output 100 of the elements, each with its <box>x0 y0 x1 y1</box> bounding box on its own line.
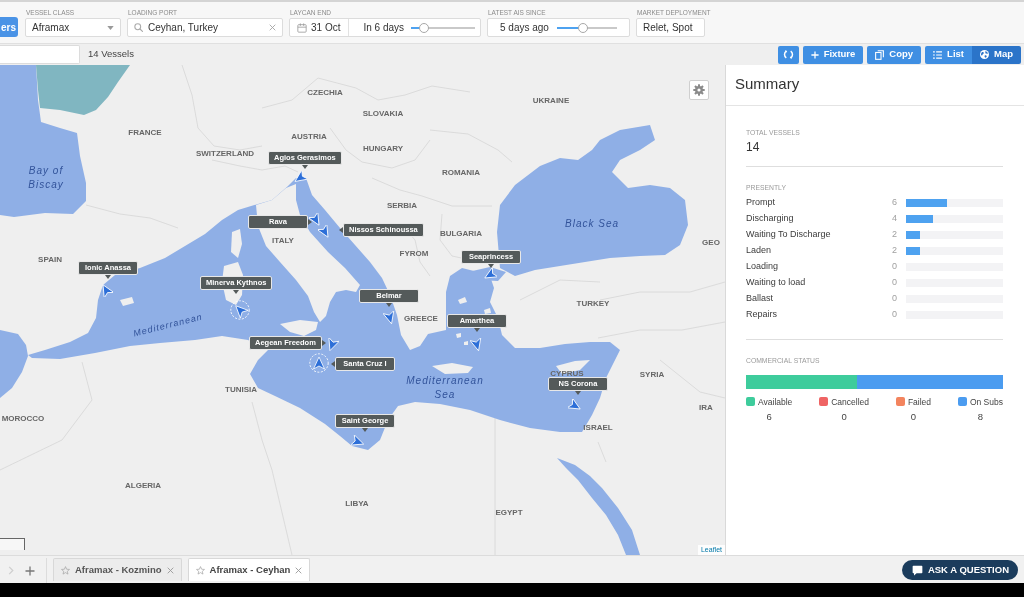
status-label: Prompt <box>746 195 776 209</box>
star-icon[interactable] <box>61 565 70 575</box>
status-count: 4 <box>891 211 897 225</box>
sea-label: Black Sea <box>565 217 619 231</box>
country-label: EGYPT <box>495 507 523 517</box>
ais-age-text: 5 days ago <box>500 21 549 35</box>
country-label: SLOVAKIA <box>362 108 404 118</box>
island <box>458 297 467 304</box>
vessel-arrow-icon[interactable] <box>483 268 497 282</box>
date-picker[interactable]: 31 Oct <box>290 19 350 36</box>
slider-thumb[interactable] <box>578 22 589 33</box>
status-label: Discharging <box>746 211 795 225</box>
island <box>280 320 318 336</box>
copy-icon <box>875 49 885 60</box>
country-label: TURKEY <box>576 298 610 308</box>
vessel-arrow-icon[interactable] <box>470 338 484 352</box>
chat-icon <box>911 564 923 576</box>
scale-bar <box>0 538 25 550</box>
search-tab[interactable]: Aframax - Kozmino <box>53 558 182 581</box>
status-label: Loading <box>746 259 780 273</box>
country-label: HUNGARY <box>362 143 404 153</box>
country-label: ALGERIA <box>125 480 161 490</box>
sea-label: Mediterranean Sea <box>405 374 485 402</box>
country-label: GEO <box>702 237 720 247</box>
plus-icon <box>810 50 819 59</box>
vessel-arrow-icon[interactable] <box>568 399 582 413</box>
country-label: UKRAINE <box>532 95 570 105</box>
country-label: FYROM <box>399 248 429 258</box>
country-label: CZECHIA <box>307 87 343 97</box>
island <box>231 229 242 258</box>
country-label: GREECE <box>404 313 438 323</box>
star-icon[interactable] <box>195 565 205 575</box>
vessel-arrow-icon[interactable] <box>383 311 397 325</box>
ask-question-button[interactable]: ASK A QUESTION <box>901 560 1018 580</box>
vessel-arrow-icon[interactable] <box>99 283 113 297</box>
caret-icon <box>107 25 114 30</box>
close-icon[interactable] <box>269 24 276 31</box>
country-label: IRA <box>699 402 713 412</box>
settings-icon <box>693 84 705 96</box>
legend-count: 8 <box>977 410 984 423</box>
status-label: Waiting to load <box>746 275 807 289</box>
refresh-button[interactable] <box>777 45 799 64</box>
sea-label: Bay of Biscay <box>27 164 65 192</box>
loading-port-field[interactable]: Ceyhan, Turkey <box>127 18 283 37</box>
vessel-arrow-icon[interactable] <box>309 213 323 227</box>
relative-days-text: In 6 days <box>363 21 405 35</box>
legend-label: Cancelled <box>831 395 869 408</box>
legend-count: 0 <box>841 410 847 423</box>
country-label: FRANCE <box>128 127 162 137</box>
legend-label: Available <box>758 395 793 408</box>
country-label: ROMANIA <box>441 167 481 177</box>
status-count: 0 <box>891 275 897 289</box>
vessel-count-text: 14 Vessels <box>88 47 134 62</box>
close-icon[interactable] <box>295 566 303 574</box>
island <box>432 363 473 374</box>
vessel-arrow-icon[interactable] <box>293 171 307 185</box>
status-count: 2 <box>891 243 897 257</box>
new-tab-button[interactable] <box>25 565 35 576</box>
country-label: ITALY <box>272 235 294 245</box>
vessel-arrow-icon[interactable] <box>318 225 332 239</box>
country-label: MOROCCO <box>1 413 45 423</box>
country-label: AUSTRIA <box>291 131 327 141</box>
status-label: Laden <box>746 243 773 257</box>
country-label: CYPRUS <box>550 368 584 378</box>
map-view-button[interactable]: Map <box>972 45 1021 64</box>
country-label: SYRIA <box>639 369 665 379</box>
close-icon[interactable] <box>166 566 174 574</box>
text-field[interactable] <box>0 45 80 64</box>
legend-label: On Subs <box>969 395 1003 408</box>
list-icon <box>933 50 943 59</box>
globe-icon <box>980 50 989 59</box>
slider-thumb[interactable] <box>418 22 429 33</box>
country-label: SERBIA <box>386 200 418 210</box>
legend-count: 0 <box>910 410 917 423</box>
country-label: LIBYA <box>345 498 369 508</box>
map-settings-button[interactable] <box>689 80 709 100</box>
refresh-icon <box>782 49 794 60</box>
status-count: 0 <box>891 259 897 273</box>
summary-title: Summary <box>735 75 800 94</box>
status-count: 0 <box>891 291 897 305</box>
status-count: 2 <box>891 227 897 241</box>
country-label: ISRAEL <box>583 422 613 432</box>
country-label: SPAIN <box>38 254 62 264</box>
search-tab[interactable]: Aframax - Ceyhan <box>187 558 311 581</box>
vessel-arrow-icon[interactable] <box>325 338 339 352</box>
vessel-class-select[interactable]: Aframax <box>25 18 121 37</box>
calendar-icon <box>297 22 307 33</box>
country-label: BULGARIA <box>439 228 483 238</box>
status-count: 6 <box>891 195 897 209</box>
status-label: Ballast <box>746 291 774 305</box>
search-icon <box>134 23 143 32</box>
island <box>120 297 134 306</box>
market-deployment-select[interactable]: Relet, Spot <box>636 18 705 37</box>
legend-label: Failed <box>907 395 932 408</box>
legend-count: 6 <box>766 410 772 423</box>
status-label: Repairs <box>746 307 778 321</box>
country-label: TUNISIA <box>225 384 257 394</box>
plus-icon <box>25 565 35 576</box>
status-count: 0 <box>891 307 897 321</box>
vessel-arrow-icon[interactable] <box>351 435 365 449</box>
